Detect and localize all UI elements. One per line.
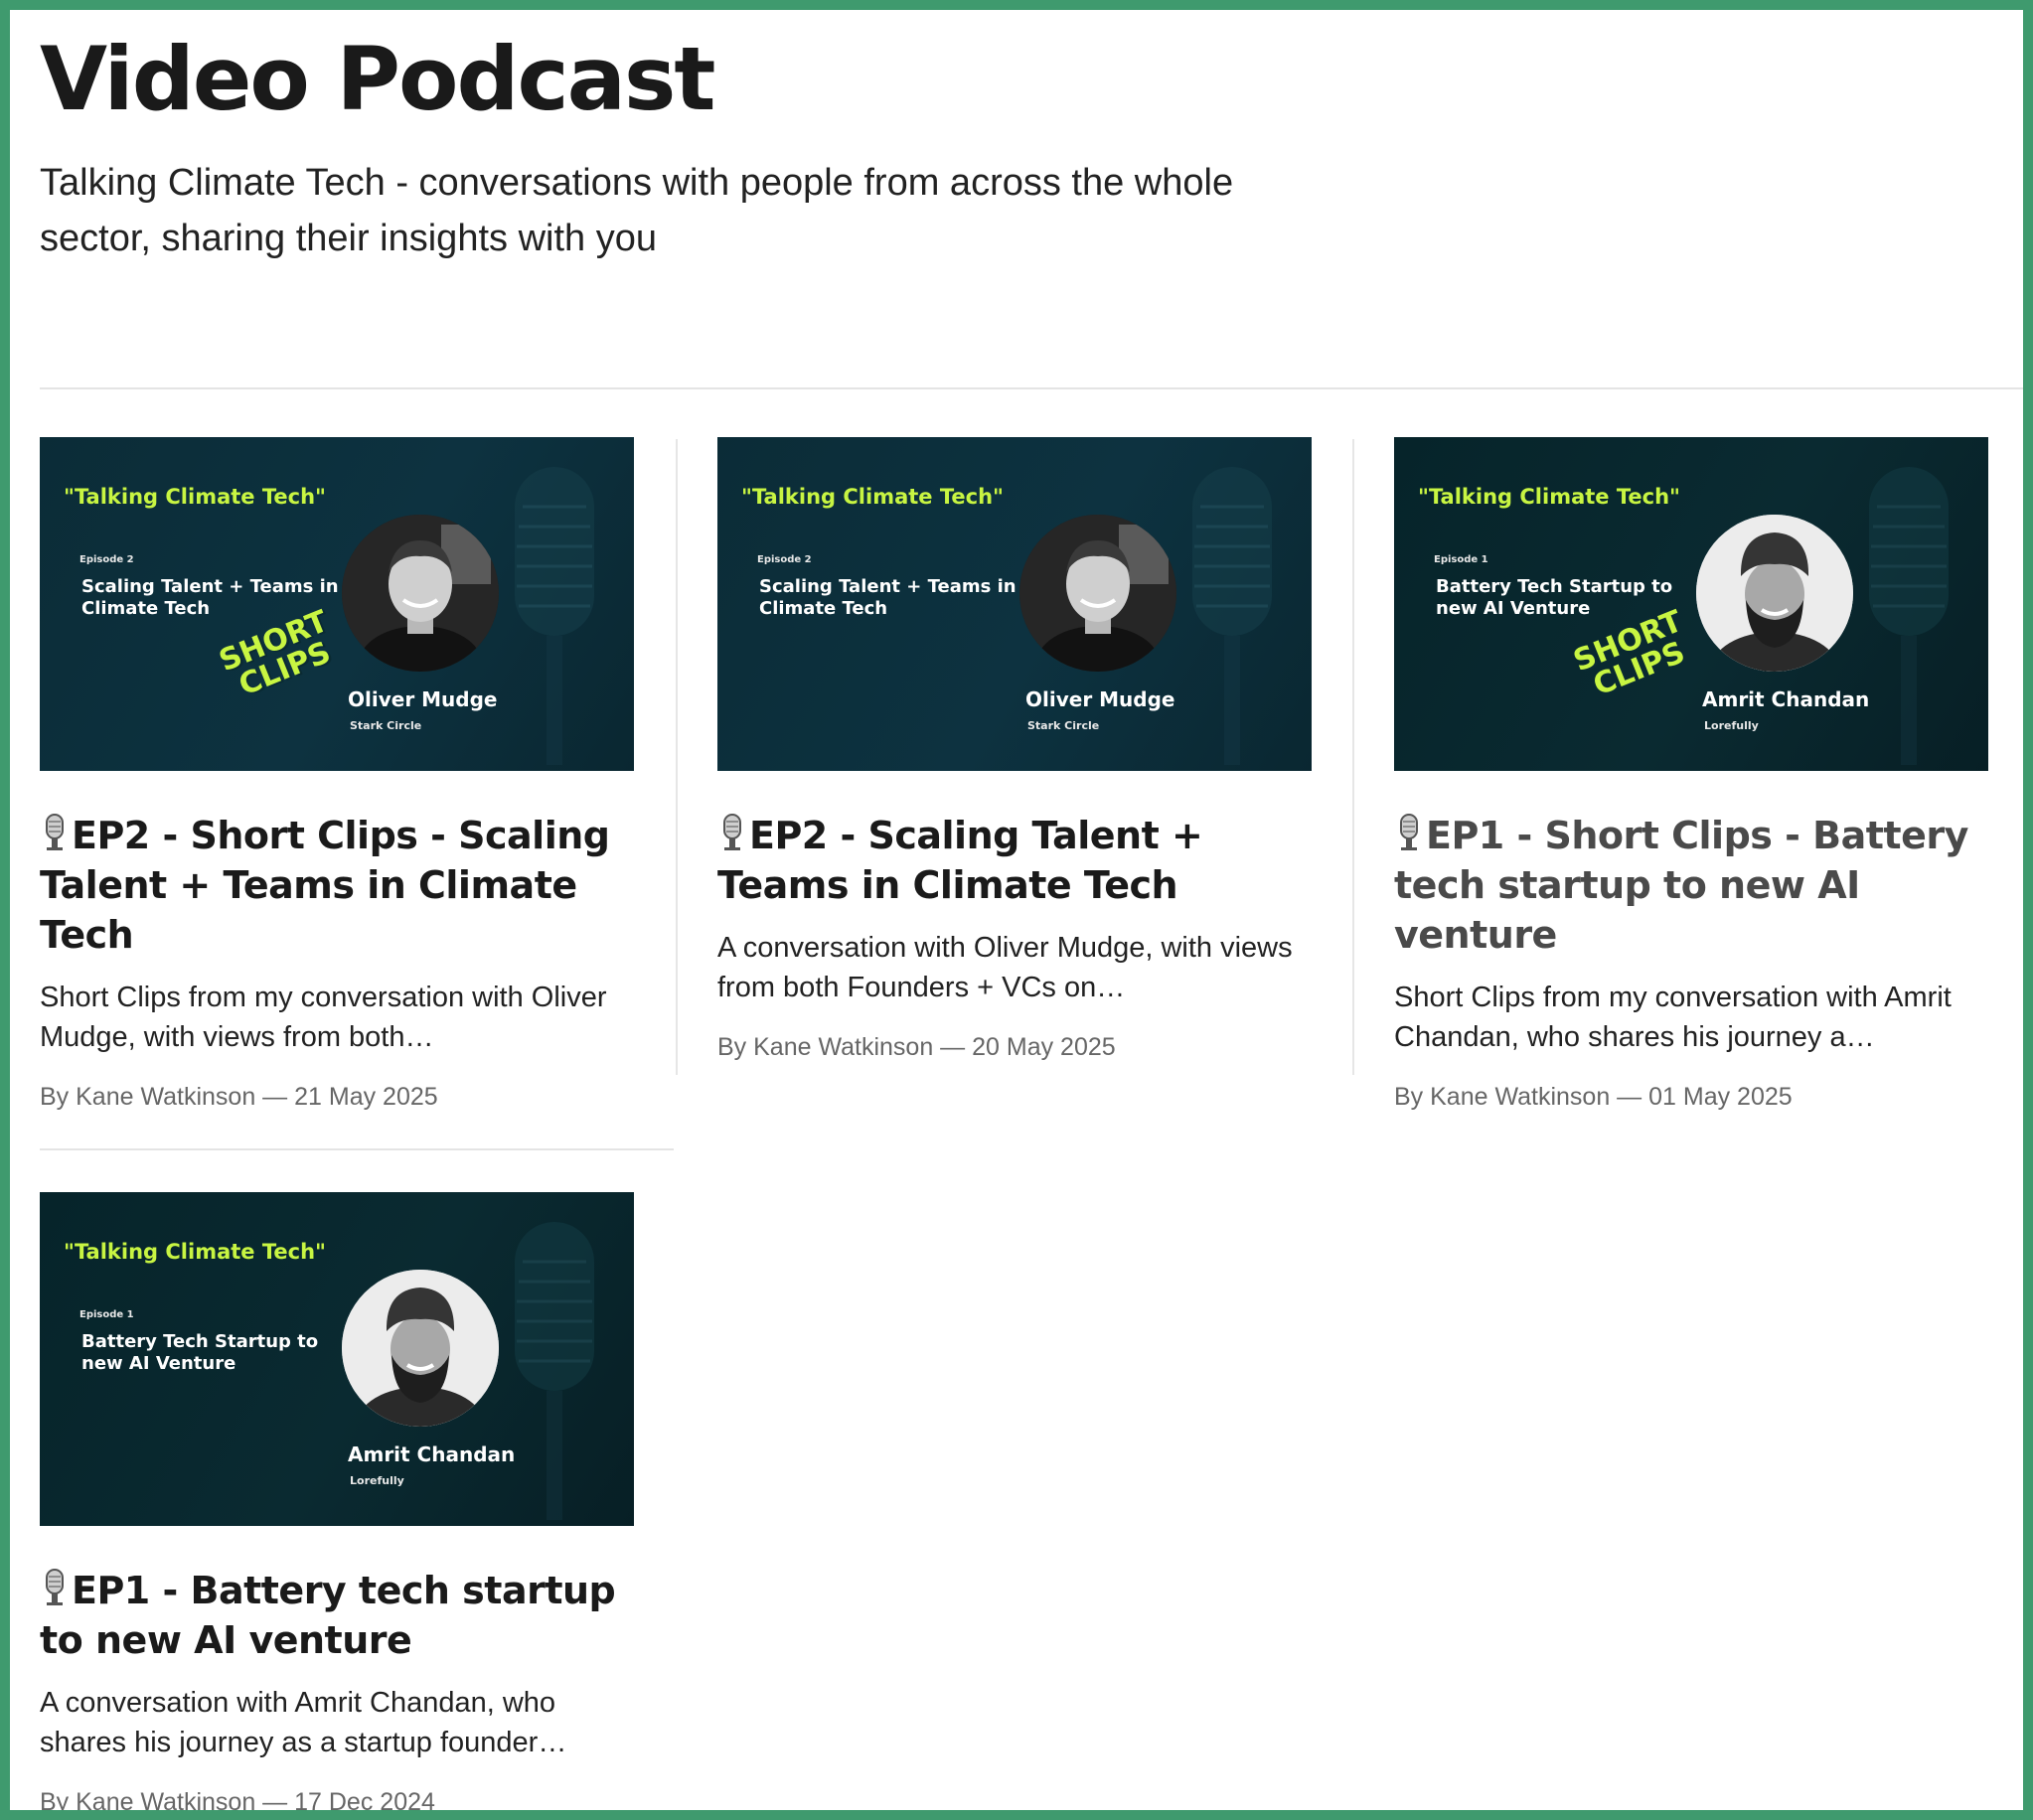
- page-subtitle: Talking Climate Tech - conversations wit…: [40, 162, 1234, 259]
- page-title: Video Podcast: [40, 28, 715, 130]
- thumbnail-topic: Battery Tech Startup to new AI Venture: [81, 1331, 319, 1374]
- post-description: A conversation with Amrit Chandan, who s…: [40, 1687, 567, 1758]
- thumbnail-episode: Episode 2: [757, 554, 812, 565]
- post-title-text: EP1 - Battery tech startup to new AI ven…: [40, 1569, 616, 1662]
- post-title-text: EP2 - Scaling Talent + Teams in Climate …: [717, 814, 1203, 907]
- thumbnail-show-name: "Talking Climate Tech": [741, 485, 1004, 509]
- post-byline: By Kane Watkinson — 17 Dec 2024: [40, 1788, 435, 1810]
- post-thumbnail[interactable]: "Talking Climate Tech" Episode 2 Scaling…: [40, 437, 634, 771]
- short-clips-badge: SHORT CLIPS: [214, 603, 336, 703]
- section-divider: [40, 387, 2023, 389]
- thumbnail-guest-company: Stark Circle: [1027, 719, 1100, 732]
- post-title[interactable]: EP1 - Battery tech startup to new AI ven…: [40, 1566, 634, 1665]
- guest-avatar: [1019, 515, 1176, 672]
- post-title-text: EP2 - Short Clips - Scaling Talent + Tea…: [40, 814, 610, 957]
- thumbnail-guest-name: Amrit Chandan: [1702, 687, 1870, 711]
- thumbnail-episode: Episode 2: [79, 554, 134, 565]
- post-card[interactable]: "Talking Climate Tech" Episode 1 Battery…: [40, 1192, 634, 1810]
- microphone-icon: [46, 814, 64, 850]
- post-card[interactable]: "Talking Climate Tech" Episode 2 Scaling…: [40, 437, 634, 1112]
- thumbnail-guest-company: Lorefully: [1704, 719, 1759, 732]
- microphone-icon: [46, 1569, 64, 1605]
- post-byline: By Kane Watkinson — 20 May 2025: [717, 1033, 1116, 1061]
- microphone-background-icon: [515, 1222, 594, 1520]
- short-clips-badge: SHORT CLIPS: [1568, 603, 1690, 703]
- microphone-icon: [723, 814, 741, 850]
- thumbnail-guest-name: Oliver Mudge: [348, 687, 498, 711]
- post-thumbnail[interactable]: "Talking Climate Tech" Episode 2 Scaling…: [717, 437, 1312, 771]
- microphone-icon: [1400, 814, 1418, 850]
- post-card[interactable]: "Talking Climate Tech" Episode 2 Scaling…: [717, 437, 1312, 1062]
- post-card[interactable]: "Talking Climate Tech" Episode 1 Battery…: [1394, 437, 1988, 1112]
- thumbnail-guest-name: Oliver Mudge: [1025, 687, 1175, 711]
- post-thumbnail[interactable]: "Talking Climate Tech" Episode 1 Battery…: [1394, 437, 1988, 771]
- thumbnail-show-name: "Talking Climate Tech": [1418, 485, 1680, 509]
- microphone-background-icon: [1869, 467, 1949, 765]
- guest-avatar: [342, 515, 499, 672]
- thumbnail-guest-name: Amrit Chandan: [348, 1442, 516, 1466]
- post-description: Short Clips from my conversation with Am…: [1394, 982, 1952, 1053]
- thumbnail-episode: Episode 1: [79, 1309, 134, 1320]
- thumbnail-guest-company: Lorefully: [350, 1474, 404, 1487]
- page: Video Podcast Talking Climate Tech - con…: [10, 10, 2023, 1810]
- guest-avatar: [342, 1270, 499, 1427]
- post-byline: By Kane Watkinson — 01 May 2025: [1394, 1083, 1793, 1111]
- row-divider: [40, 1148, 674, 1150]
- thumbnail-guest-company: Stark Circle: [350, 719, 422, 732]
- guest-avatar: [1696, 515, 1853, 672]
- thumbnail-episode: Episode 1: [1434, 554, 1488, 565]
- microphone-background-icon: [515, 467, 594, 765]
- post-byline: By Kane Watkinson — 21 May 2025: [40, 1083, 438, 1111]
- microphone-background-icon: [1192, 467, 1272, 765]
- post-thumbnail[interactable]: "Talking Climate Tech" Episode 1 Battery…: [40, 1192, 634, 1526]
- post-title[interactable]: EP2 - Scaling Talent + Teams in Climate …: [717, 811, 1312, 910]
- thumbnail-show-name: "Talking Climate Tech": [64, 485, 326, 509]
- post-description: A conversation with Oliver Mudge, with v…: [717, 932, 1293, 1003]
- post-title-text: EP1 - Short Clips - Battery tech startup…: [1394, 814, 1968, 957]
- thumbnail-show-name: "Talking Climate Tech": [64, 1240, 326, 1264]
- thumbnail-topic: Scaling Talent + Teams in Climate Tech: [759, 576, 1016, 619]
- column-separator: [676, 439, 678, 1075]
- post-title[interactable]: EP1 - Short Clips - Battery tech startup…: [1394, 811, 1988, 960]
- post-title[interactable]: EP2 - Short Clips - Scaling Talent + Tea…: [40, 811, 634, 960]
- post-description: Short Clips from my conversation with Ol…: [40, 982, 607, 1053]
- column-separator: [1352, 439, 1354, 1075]
